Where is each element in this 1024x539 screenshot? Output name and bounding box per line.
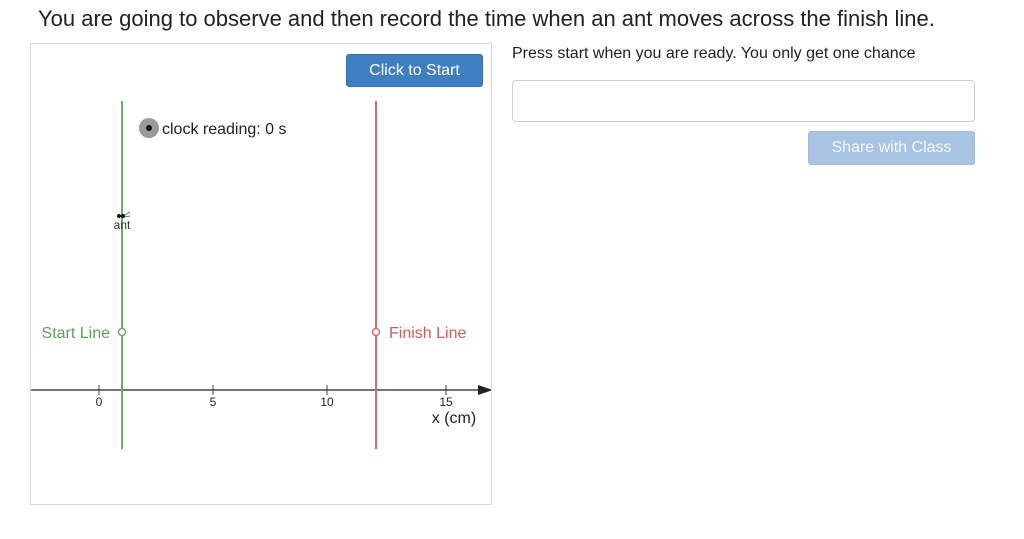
- instruction-text: You are going to observe and then record…: [38, 6, 935, 31]
- simulation-canvas: 0 5 10 15 x (cm) Start Line Finish Line …: [31, 101, 491, 449]
- tick-label-10: 10: [320, 395, 334, 409]
- start-line-label: Start Line: [42, 325, 111, 342]
- start-button[interactable]: Click to Start: [346, 54, 483, 87]
- share-with-class-button[interactable]: Share with Class: [808, 131, 975, 165]
- simulation-panel: 0 5 10 15 x (cm) Start Line Finish Line …: [30, 43, 492, 505]
- clock-reading: clock reading: 0 s: [162, 121, 287, 138]
- prompt-text: Press start when you are ready. You only…: [512, 45, 916, 62]
- tick-label-15: 15: [439, 395, 453, 409]
- x-axis-arrow-icon: [478, 385, 491, 395]
- finish-line-handle[interactable]: [371, 327, 381, 337]
- page: You are going to observe and then record…: [0, 0, 1024, 539]
- ant-label: ant: [114, 218, 131, 232]
- x-axis-label: x (cm): [432, 410, 476, 427]
- start-line-handle[interactable]: [117, 327, 127, 337]
- finish-line-label: Finish Line: [389, 325, 466, 342]
- tick-label-0: 0: [96, 395, 103, 409]
- answer-input[interactable]: [512, 80, 975, 122]
- clock-indicator-dot-icon: [146, 125, 152, 131]
- tick-label-5: 5: [210, 395, 217, 409]
